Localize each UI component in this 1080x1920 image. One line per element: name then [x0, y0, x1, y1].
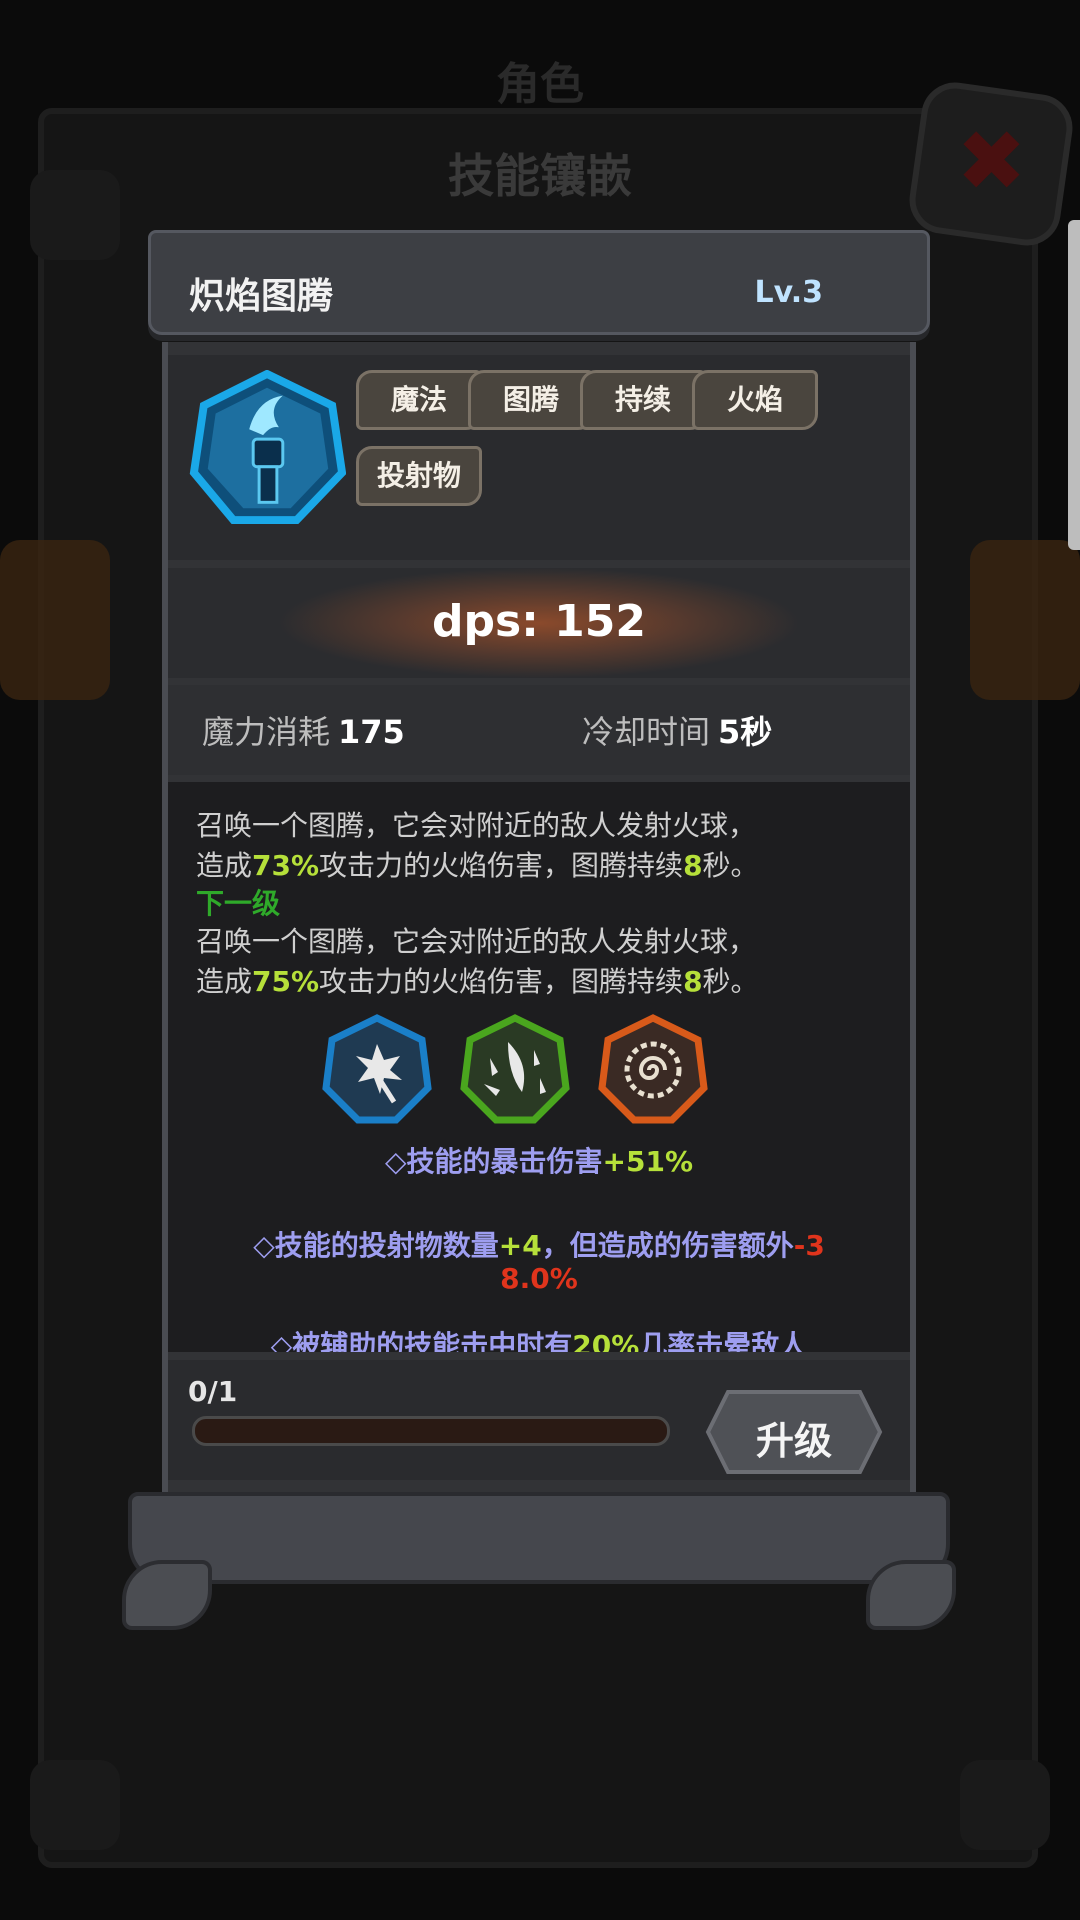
corner-ornament-icon: [30, 170, 120, 260]
next-arrow-icon: [970, 540, 1080, 700]
dialog-header: 炽焰图腾 Lv.3: [148, 230, 930, 335]
perk-stun-chance: ◇被辅助的技能击中时有20%几率击晕敌人: [270, 1329, 808, 1352]
corner-ornament-icon: [960, 1760, 1050, 1850]
next-desc-line1: 召唤一个图腾，它会对附近的敌人发射火球，: [196, 925, 757, 958]
description-section[interactable]: 召唤一个图腾，它会对附近的敌人发射火球， 造成73%攻击力的火焰伤害，图腾持续8…: [168, 782, 910, 1352]
close-button[interactable]: ✖: [905, 78, 1077, 250]
perk-projectile-count-cont: 8.0%: [500, 1262, 578, 1295]
dps-section: dps: 152: [168, 568, 910, 678]
next-level-label: 下一级: [196, 887, 281, 920]
cooldown: 冷却时间 5秒: [582, 707, 772, 753]
prev-arrow-icon: [0, 540, 110, 700]
skill-detail-dialog: 炽焰图腾 Lv.3 魔法 图腾 持续 火焰 投射物 dps: 152 魔力消耗 1…: [122, 230, 956, 1630]
upgrade-button-label: 升级: [755, 1419, 832, 1463]
multiple-projectiles-gem-icon[interactable]: [460, 1014, 570, 1124]
side-scrollbar[interactable]: [1068, 220, 1080, 550]
mana-cost-label: 魔力消耗: [202, 713, 331, 751]
corner-ornament-icon: [122, 1560, 212, 1630]
upgrade-progress-bar: [192, 1416, 670, 1446]
stats-section: 魔力消耗 175 冷却时间 5秒: [168, 685, 910, 775]
dialog-base: [128, 1492, 950, 1584]
current-desc-line2: 造成73%攻击力的火焰伤害，图腾持续8秒。: [196, 849, 759, 882]
tag-totem: 图腾: [468, 370, 594, 430]
stun-gem-icon[interactable]: [598, 1014, 708, 1124]
skill-level: Lv.3: [754, 275, 824, 310]
perk-projectile-count: ◇技能的投射物数量+4，但造成的伤害额外-3: [253, 1229, 825, 1262]
tag-fire: 火焰: [692, 370, 818, 430]
mana-cost-value: 175: [338, 713, 405, 751]
critical-strike-gem-icon[interactable]: [322, 1014, 432, 1124]
mana-cost: 魔力消耗 175: [202, 707, 405, 753]
perk-crit-damage: ◇技能的暴击伤害+51%: [384, 1145, 694, 1178]
cooldown-label: 冷却时间: [582, 713, 711, 751]
cooldown-value: 5秒: [718, 713, 773, 751]
tag-magic: 魔法: [356, 370, 482, 430]
current-desc-line1: 召唤一个图腾，它会对附近的敌人发射火球，: [196, 809, 757, 842]
corner-ornament-icon: [866, 1560, 956, 1630]
background-screen-title: 角色: [496, 59, 584, 110]
corner-ornament-icon: [30, 1760, 120, 1850]
tag-duration: 持续: [580, 370, 706, 430]
next-desc-line2: 造成75%攻击力的火焰伤害，图腾持续8秒。: [196, 965, 759, 998]
skill-name: 炽焰图腾: [189, 276, 334, 317]
flame-totem-icon: [189, 370, 346, 525]
upgrade-progress-text: 0/1: [188, 1375, 238, 1408]
dps-value: dps: 152: [432, 596, 646, 647]
tag-projectile: 投射物: [356, 446, 482, 506]
close-icon: ✖: [956, 112, 1027, 211]
upgrade-button[interactable]: 升级: [704, 1388, 884, 1476]
